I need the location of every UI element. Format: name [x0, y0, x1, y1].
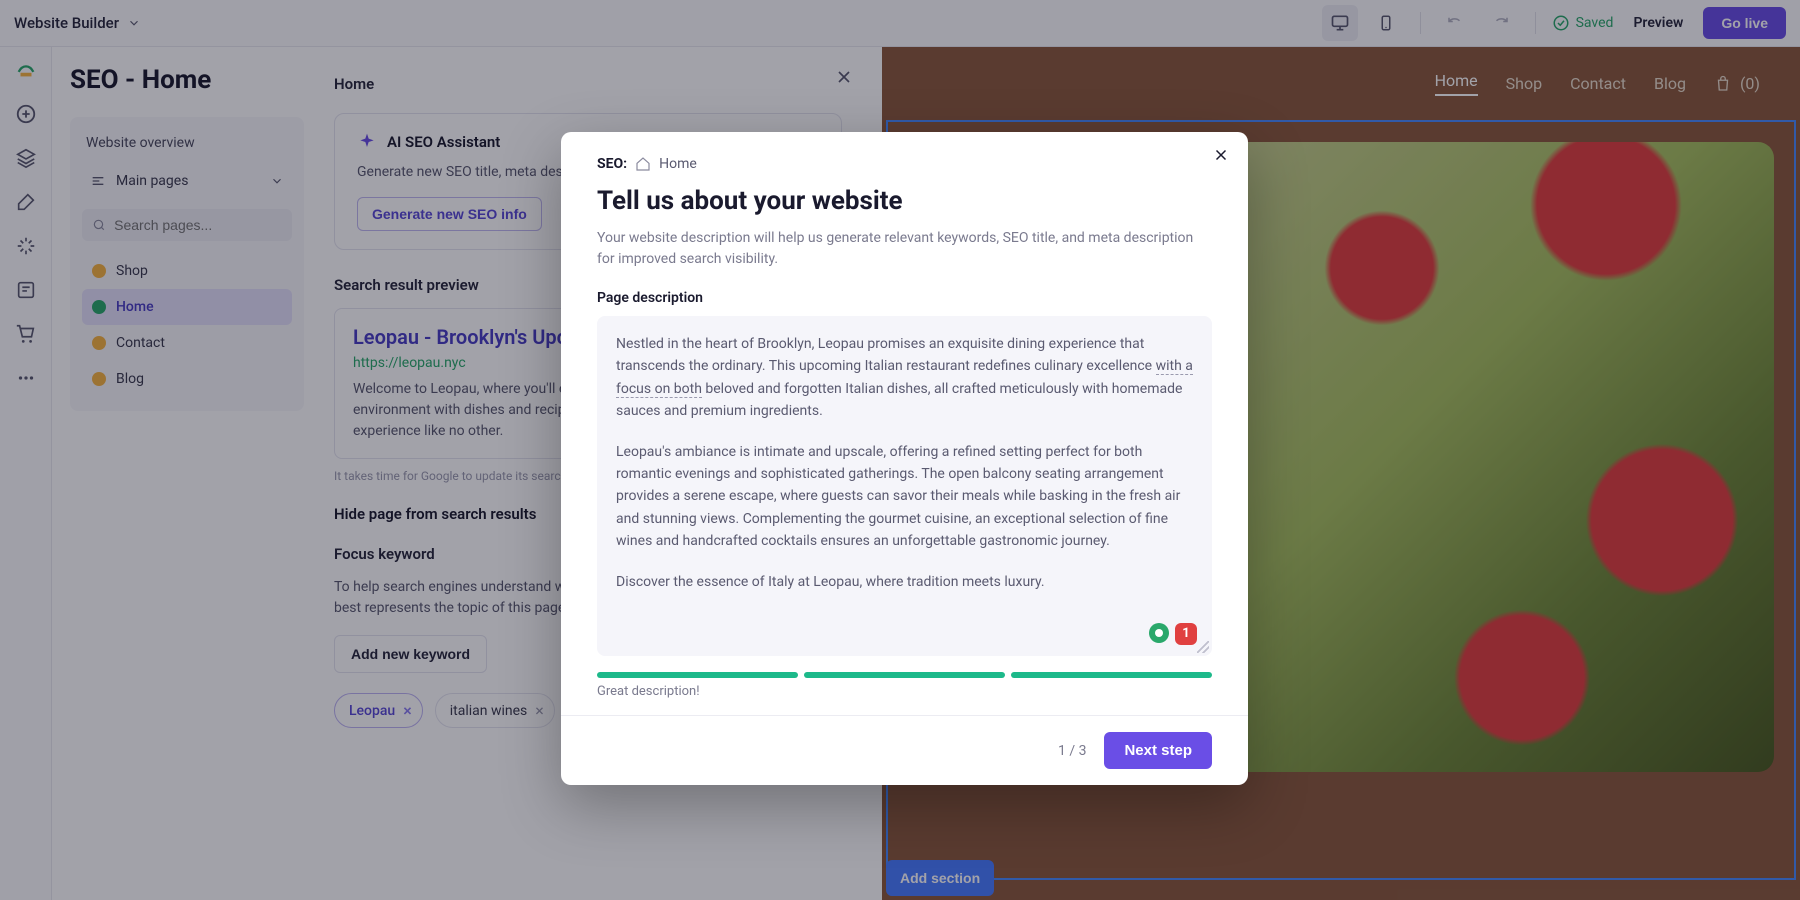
seo-wizard-modal: SEO: Home Tell us about your website You… [561, 132, 1248, 785]
next-step-button[interactable]: Next step [1104, 732, 1212, 769]
modal-subtitle: Your website description will help us ge… [597, 228, 1212, 270]
suggestion-count-badge[interactable]: 1 [1175, 623, 1197, 645]
description-feedback: Great description! [597, 684, 1212, 699]
grammarly-icon[interactable] [1149, 623, 1169, 643]
home-icon [635, 156, 651, 172]
modal-breadcrumb: SEO: Home [597, 156, 1212, 172]
page-description-label: Page description [597, 290, 1212, 306]
close-icon [1212, 146, 1230, 164]
close-modal-button[interactable] [1212, 146, 1230, 164]
resize-handle-icon[interactable] [1197, 641, 1209, 653]
step-indicator: 1 / 3 [1058, 743, 1086, 759]
page-description-textarea[interactable]: Nestled in the heart of Brooklyn, Leopau… [597, 316, 1212, 656]
description-strength-meter [597, 672, 1212, 678]
modal-title: Tell us about your website [597, 186, 1212, 216]
